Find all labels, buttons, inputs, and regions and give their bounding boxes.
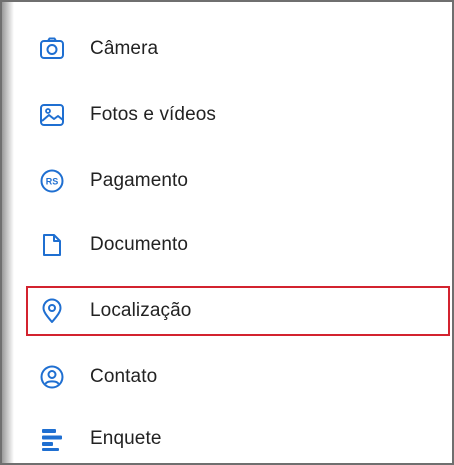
document-icon [38,231,66,259]
menu-item-label: Fotos e vídeos [90,104,217,125]
location-pin-icon [38,297,66,325]
payment-rs-icon: RS [38,167,66,195]
attachment-menu: Câmera Fotos e vídeos RS Pagamento Docum… [14,2,452,463]
attachment-menu-frame: Câmera Fotos e vídeos RS Pagamento Docum… [0,0,454,465]
poll-icon [38,425,66,453]
menu-item-contact[interactable]: Contato [28,354,448,400]
menu-item-photos-videos[interactable]: Fotos e vídeos [28,92,448,138]
menu-item-poll[interactable]: Enquete [28,416,448,462]
menu-item-label: Pagamento [90,170,189,191]
photos-icon [38,101,66,129]
contact-icon [38,363,66,391]
menu-item-label: Localização [90,300,192,321]
camera-icon [38,35,66,63]
menu-item-label: Contato [90,366,158,387]
menu-item-location[interactable]: Localização [26,286,450,336]
menu-item-payment[interactable]: RS Pagamento [28,158,448,204]
menu-item-document[interactable]: Documento [28,222,448,268]
menu-item-camera[interactable]: Câmera [28,26,448,72]
menu-item-label: Enquete [90,428,162,449]
menu-item-label: Câmera [90,38,159,59]
svg-text:RS: RS [46,177,59,187]
background-shadow [2,2,14,463]
menu-item-label: Documento [90,234,189,255]
